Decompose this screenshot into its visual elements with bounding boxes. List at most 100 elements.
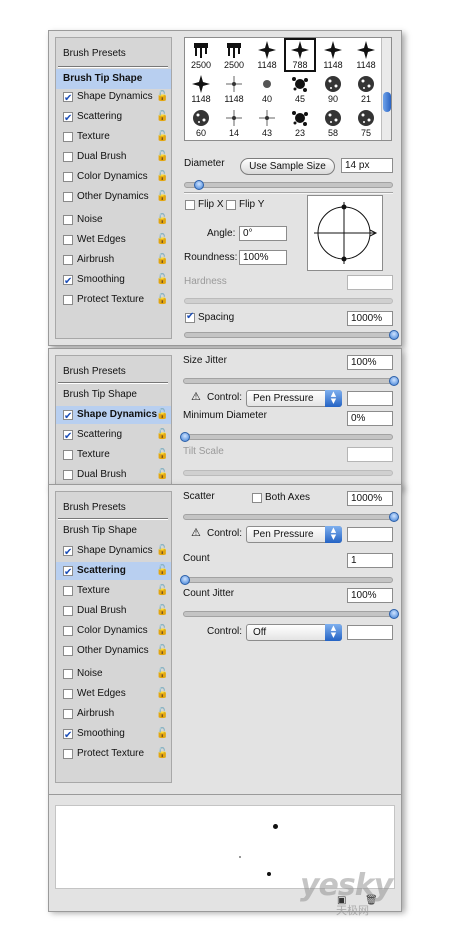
checkbox[interactable]: [63, 626, 73, 636]
checkbox[interactable]: [63, 586, 73, 596]
spacing-field[interactable]: 1000%: [347, 311, 393, 326]
sidebar-item-wet-edges[interactable]: Wet Edges 🔓: [56, 685, 171, 703]
brush-preset-cell[interactable]: 45: [284, 72, 316, 106]
checkbox[interactable]: [63, 428, 73, 446]
lock-icon[interactable]: 🔓: [156, 171, 168, 183]
control-select[interactable]: Pen Pressure ▲ ▼: [246, 390, 342, 407]
checkbox[interactable]: [63, 152, 73, 162]
brush-preset-cell[interactable]: 2500: [185, 38, 217, 72]
checkbox[interactable]: [63, 132, 73, 142]
lock-icon[interactable]: 🔓: [156, 449, 168, 461]
spacing-slider[interactable]: [184, 332, 393, 338]
hardness-field[interactable]: [347, 275, 393, 290]
lock-icon[interactable]: 🔓: [156, 688, 168, 700]
lock-icon[interactable]: 🔓: [156, 151, 168, 163]
brush-preset-cell[interactable]: 1148: [185, 72, 217, 106]
minimum-diameter-slider-knob[interactable]: [180, 432, 190, 442]
scatter-slider-knob[interactable]: [389, 512, 399, 522]
checkbox[interactable]: [63, 90, 73, 108]
lock-icon[interactable]: 🔓: [156, 274, 168, 286]
sidebar-item-smoothing[interactable]: Smoothing 🔓: [56, 271, 171, 291]
checkbox[interactable]: [63, 110, 73, 128]
control-extra-field[interactable]: [347, 391, 393, 406]
control-select[interactable]: Pen Pressure ▲ ▼: [246, 526, 342, 543]
sidebar-item-dual-brush[interactable]: Dual Brush 🔓: [56, 148, 171, 166]
checkbox[interactable]: [63, 273, 73, 291]
lock-icon[interactable]: 🔓: [156, 131, 168, 143]
checkbox[interactable]: [63, 606, 73, 616]
sidebar-item-protect-texture[interactable]: Protect Texture 🔓: [56, 291, 171, 309]
checkbox[interactable]: [63, 709, 73, 719]
sidebar-item-dual-brush[interactable]: Dual Brush 🔓: [56, 602, 171, 620]
control-extra-field[interactable]: [347, 527, 393, 542]
brush-presets-item[interactable]: Brush Presets: [56, 498, 171, 518]
both-axes-checkbox[interactable]: [252, 493, 262, 503]
lock-icon[interactable]: 🔓: [156, 409, 168, 421]
lock-icon[interactable]: 🔓: [156, 294, 168, 306]
lock-icon[interactable]: 🔓: [156, 429, 168, 441]
brush-preset-cell[interactable]: 1148: [350, 38, 382, 72]
brush-preset-cell[interactable]: 40: [251, 72, 283, 106]
brush-preset-cell[interactable]: 90: [317, 72, 349, 106]
lock-icon[interactable]: 🔓: [156, 625, 168, 637]
sidebar-item-protect-texture[interactable]: Protect Texture 🔓: [56, 745, 171, 763]
brush-preset-cell[interactable]: 1148: [218, 72, 250, 106]
lock-icon[interactable]: 🔓: [156, 111, 168, 123]
brush-preset-cell[interactable]: 43: [251, 106, 283, 140]
control-2-extra-field[interactable]: [347, 625, 393, 640]
lock-icon[interactable]: 🔓: [156, 565, 168, 577]
checkbox[interactable]: [63, 235, 73, 245]
checkbox[interactable]: [63, 669, 73, 679]
sidebar-item-noise[interactable]: Noise 🔓: [56, 211, 171, 229]
brush-preset-cell[interactable]: 1148: [251, 38, 283, 72]
size-jitter-slider-knob[interactable]: [389, 376, 399, 386]
sidebar-item-color-dynamics[interactable]: Color Dynamics 🔓: [56, 168, 171, 186]
angle-field[interactable]: 0°: [239, 226, 287, 241]
sidebar-item-scattering[interactable]: Scattering 🔓: [56, 426, 171, 446]
lock-icon[interactable]: 🔓: [156, 214, 168, 226]
checkbox[interactable]: [63, 749, 73, 759]
sidebar-item-wet-edges[interactable]: Wet Edges 🔓: [56, 231, 171, 249]
checkbox[interactable]: [63, 727, 73, 745]
brush-presets-item[interactable]: Brush Presets: [56, 44, 171, 64]
count-jitter-field[interactable]: 100%: [347, 588, 393, 603]
scatter-field[interactable]: 1000%: [347, 491, 393, 506]
brush-tip-shape-item[interactable]: Brush Tip Shape: [56, 69, 171, 89]
lock-icon[interactable]: 🔓: [156, 191, 168, 203]
brush-tip-shape-item[interactable]: Brush Tip Shape: [56, 521, 171, 541]
brush-grid-scrollbar[interactable]: [381, 38, 391, 140]
checkbox[interactable]: [63, 172, 73, 182]
brush-preset-cell[interactable]: 60: [185, 106, 217, 140]
checkbox[interactable]: [63, 646, 73, 656]
checkbox[interactable]: [63, 544, 73, 562]
diameter-slider[interactable]: [184, 182, 393, 188]
count-slider-knob[interactable]: [180, 575, 190, 585]
sidebar-item-scattering[interactable]: Scattering 🔓: [56, 108, 171, 128]
flip-x-checkbox[interactable]: [185, 200, 195, 210]
lock-icon[interactable]: 🔓: [156, 469, 168, 481]
sidebar-item-other-dynamics[interactable]: Other Dynamics 🔓: [56, 188, 171, 206]
checkbox[interactable]: [63, 408, 73, 426]
brush-preset-cell[interactable]: 1148: [317, 38, 349, 72]
control-2-select[interactable]: Off ▲ ▼: [246, 624, 342, 641]
sidebar-item-noise[interactable]: Noise 🔓: [56, 665, 171, 683]
brush-preset-cell[interactable]: 23: [284, 106, 316, 140]
brush-presets-item[interactable]: Brush Presets: [56, 362, 171, 382]
lock-icon[interactable]: 🔓: [156, 254, 168, 266]
brush-preset-cell[interactable]: 58: [317, 106, 349, 140]
tilt-scale-field[interactable]: [347, 447, 393, 462]
sidebar-item-smoothing[interactable]: Smoothing 🔓: [56, 725, 171, 745]
spacing-slider-knob[interactable]: [389, 330, 399, 340]
checkbox[interactable]: [63, 295, 73, 305]
sidebar-item-airbrush[interactable]: Airbrush 🔓: [56, 251, 171, 269]
lock-icon[interactable]: 🔓: [156, 585, 168, 597]
lock-icon[interactable]: 🔓: [156, 605, 168, 617]
checkbox[interactable]: [63, 564, 73, 582]
spacing-checkbox[interactable]: [185, 311, 195, 323]
checkbox[interactable]: [63, 215, 73, 225]
count-jitter-slider[interactable]: [183, 611, 393, 617]
angle-roundness-widget[interactable]: [307, 195, 383, 271]
lock-icon[interactable]: 🔓: [156, 748, 168, 760]
use-sample-size-button[interactable]: Use Sample Size: [240, 158, 335, 175]
sidebar-item-color-dynamics[interactable]: Color Dynamics 🔓: [56, 622, 171, 640]
